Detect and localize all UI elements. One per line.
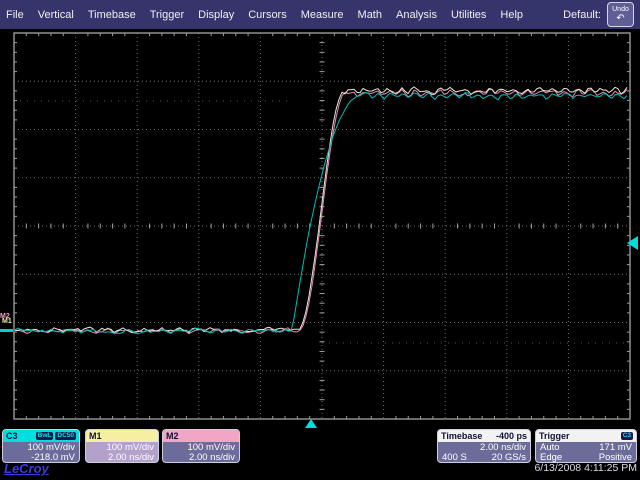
menu-item-utilities[interactable]: Utilities <box>451 9 486 21</box>
timebase-sample-rate: 20 GS/s <box>492 453 526 463</box>
menu-items: File Vertical Timebase Trigger Display Cursor… <box>6 9 523 21</box>
trigger-header: Trigger C3 <box>536 430 636 442</box>
m2-header: M2 <box>163 430 239 442</box>
menu-item-trigger[interactable]: Trigger <box>150 9 184 21</box>
trigger-descriptor[interactable]: Trigger C3 Auto 171 mV Edge Positive <box>535 429 637 463</box>
timebase-samples: 400 S <box>442 453 467 463</box>
menu-item-math[interactable]: Math <box>358 9 382 21</box>
trigger-title: Trigger <box>539 431 570 441</box>
lecroy-logo: LeCroy <box>4 461 49 476</box>
menu-item-vertical[interactable]: Vertical <box>38 9 74 21</box>
trigger-source-badge: C3 <box>621 432 633 440</box>
menu-bar: File Vertical Timebase Trigger Display Cursor… <box>0 0 640 29</box>
c3-header: C3 BwL DC50 <box>3 430 79 442</box>
datetime-display: 6/13/2008 4:11:25 PM <box>534 462 637 474</box>
channel-descriptor-c3[interactable]: C3 BwL DC50 100 mV/div -218.0 mV <box>2 429 80 463</box>
memory-descriptor-m2[interactable]: M2 100 mV/div 2.00 ns/div <box>162 429 240 463</box>
m1-trace-marker[interactable]: M1 <box>2 318 12 325</box>
menu-item-measure[interactable]: Measure <box>301 9 344 21</box>
c3-label: C3 <box>6 431 18 441</box>
bandwidth-limit-badge: BwL <box>36 432 54 440</box>
m2-label: M2 <box>166 431 179 441</box>
scope-display[interactable] <box>0 0 640 480</box>
m1-time-per-div: 2.00 ns/div <box>90 453 154 463</box>
menu-item-display[interactable]: Display <box>198 9 234 21</box>
c3-level-indicator[interactable] <box>0 329 13 332</box>
timebase-title: Timebase <box>441 431 482 441</box>
undo-button[interactable]: Undo ↶ <box>607 2 634 27</box>
timebase-header: Timebase -400 ps <box>438 430 530 442</box>
m1-header: M1 <box>86 430 158 442</box>
default-label: Default: <box>563 9 601 21</box>
memory-descriptor-m1[interactable]: M1 100 mV/div 2.00 ns/div <box>85 429 159 463</box>
coupling-badge: DC50 <box>55 432 76 440</box>
timebase-delay: -400 ps <box>496 431 527 441</box>
m1-label: M1 <box>89 431 102 441</box>
undo-arrow-icon: ↶ <box>616 14 624 23</box>
timebase-descriptor[interactable]: Timebase -400 ps 2.00 ns/div 400 S 20 GS… <box>437 429 531 463</box>
menu-item-help[interactable]: Help <box>500 9 523 21</box>
menu-item-timebase[interactable]: Timebase <box>88 9 136 21</box>
m2-time-per-div: 2.00 ns/div <box>167 453 235 463</box>
menu-item-file[interactable]: File <box>6 9 24 21</box>
menu-item-cursors[interactable]: Cursors <box>248 9 287 21</box>
menu-item-analysis[interactable]: Analysis <box>396 9 437 21</box>
